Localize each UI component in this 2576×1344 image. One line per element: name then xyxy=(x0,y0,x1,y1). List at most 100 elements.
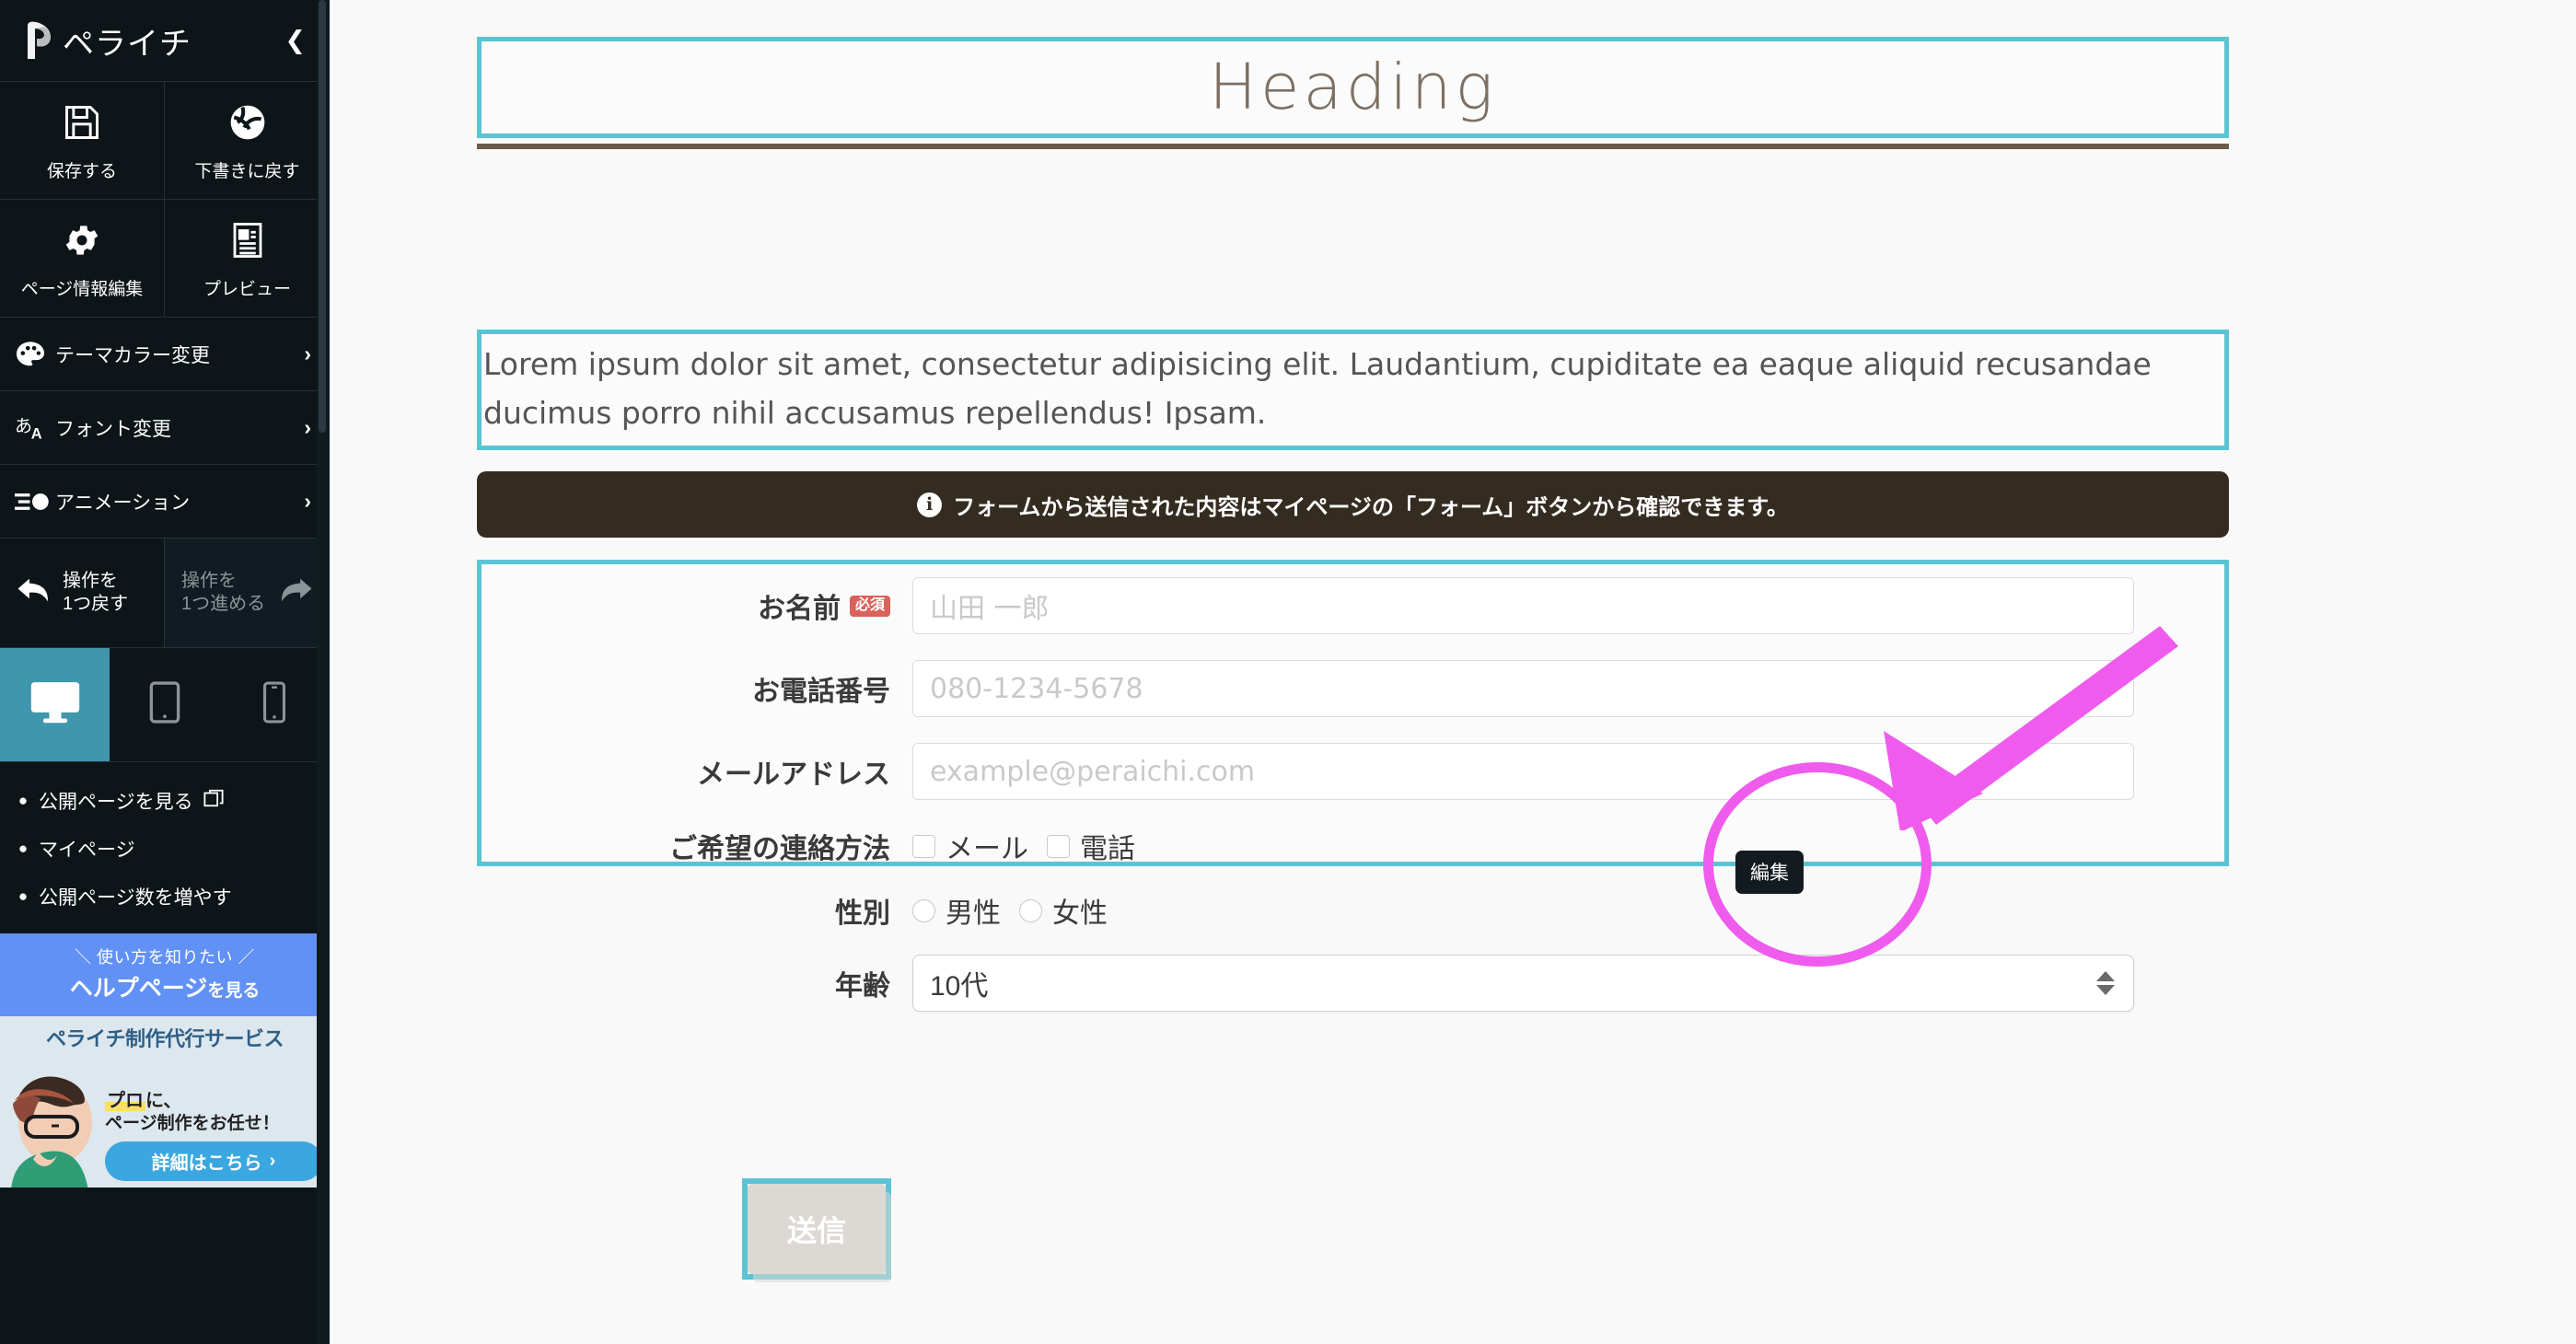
edit-tooltip[interactable]: 編集 xyxy=(1735,851,1804,894)
sidebar-scrollbar[interactable] xyxy=(317,0,330,1344)
chevron-right-icon: › xyxy=(304,415,311,439)
checkbox-icon[interactable] xyxy=(912,834,935,858)
sidebar-bottom-filler xyxy=(0,1188,330,1224)
preview-document-icon xyxy=(168,220,326,268)
age-select[interactable]: 10代 xyxy=(912,955,2134,1012)
sidebar-link-public-page[interactable]: ● 公開ページを見る xyxy=(0,777,330,825)
chevron-left-icon[interactable]: ❮ xyxy=(284,28,306,53)
phone-input-placeholder: 080-1234-5678 xyxy=(930,672,1143,705)
preview-label: プレビュー xyxy=(203,280,291,299)
form-label-email-text: メールアドレス xyxy=(697,759,890,790)
heading-underline xyxy=(477,144,2229,149)
submit-button[interactable]: 送信 xyxy=(748,1184,886,1274)
palette-icon xyxy=(15,341,55,368)
contact-method-option-mail[interactable]: メール xyxy=(912,826,1028,866)
email-input[interactable]: example@peraichi.com xyxy=(912,743,2134,800)
sidebar-link-mypage[interactable]: ● マイページ xyxy=(0,825,330,873)
chevron-down-icon xyxy=(2096,985,2115,995)
form-block[interactable]: お名前 必須 山田 一郎 お電話番号 080-1234-5678 メールアドレス xyxy=(477,560,2229,1012)
bullet-icon: ● xyxy=(17,792,29,809)
chevron-right-icon: › xyxy=(269,1151,276,1171)
revert-globe-icon xyxy=(168,102,326,150)
save-button-label: 保存する xyxy=(46,162,117,181)
save-button[interactable]: 保存する xyxy=(0,82,165,199)
form-row-phone: お電話番号 080-1234-5678 xyxy=(482,660,2224,717)
name-input-placeholder: 山田 一郎 xyxy=(930,593,1050,625)
page-info-label: ページ情報編集 xyxy=(20,280,144,299)
select-spinner-icon xyxy=(2096,971,2115,995)
animation-icon xyxy=(15,490,55,514)
form-label-gender: 性別 xyxy=(482,890,912,931)
sidebar-item-animation[interactable]: アニメーション › xyxy=(0,464,330,538)
gender-option-male[interactable]: 男性 xyxy=(912,890,1001,931)
gender-option-female[interactable]: 女性 xyxy=(1019,890,1108,931)
redo-label: 操作を 1つ進める xyxy=(181,571,266,614)
submit-block[interactable]: 送信 xyxy=(742,1178,891,1280)
radio-icon[interactable] xyxy=(912,898,935,922)
sidebar-link-public-page-label: 公開ページを見る xyxy=(39,792,193,813)
sidebar-item-theme-color-label: テーマカラー変更 xyxy=(55,344,210,366)
gender-option-female-label: 女性 xyxy=(1052,898,1108,929)
promo-person-photo xyxy=(2,1063,105,1188)
sidebar-scrollbar-thumb[interactable] xyxy=(319,0,326,433)
revert-draft-button[interactable]: 下書きに戻す xyxy=(165,82,330,199)
save-floppy-icon xyxy=(4,102,160,150)
paragraph-text: Lorem ipsum dolor sit amet, consectetur … xyxy=(483,346,2152,432)
gender-option-male-label: 男性 xyxy=(946,898,1001,929)
mobile-icon xyxy=(262,681,286,728)
undo-label: 操作を 1つ戻す xyxy=(63,571,129,614)
sidebar-link-increase-pages-label: 公開ページ数を増やす xyxy=(39,887,232,909)
tablet-icon xyxy=(149,681,180,728)
form-row-name: お名前 必須 山田 一郎 xyxy=(482,577,2224,634)
promo-detail-button-label: 詳細はこちら xyxy=(151,1153,262,1174)
checkbox-icon[interactable] xyxy=(1047,834,1070,858)
contact-method-option-mail-label: メール xyxy=(946,834,1028,864)
chevron-right-icon: › xyxy=(304,489,311,513)
sidebar-item-font[interactable]: あ A フォント変更 › xyxy=(0,390,330,464)
form-notice-text: フォームから送信された内容はマイページの「フォーム」ボタンから確認できます。 xyxy=(953,494,1789,520)
paragraph-block[interactable]: Lorem ipsum dolor sit amet, consectetur … xyxy=(477,330,2229,450)
svg-text:A: A xyxy=(31,425,42,442)
form-label-name-text: お名前 xyxy=(757,594,841,624)
contact-method-option-phone[interactable]: 電話 xyxy=(1047,826,1135,866)
undo-arrow-icon xyxy=(17,574,53,612)
sidebar-action-row-1: 保存する 下書きに戻す xyxy=(0,81,330,199)
promo-line2: ページ制作をお任せ！ xyxy=(105,1114,280,1134)
form-notice-bar: i フォームから送信された内容はマイページの「フォーム」ボタンから確認できます。 xyxy=(477,471,2229,538)
bullet-icon: ● xyxy=(17,887,29,905)
device-tablet-button[interactable] xyxy=(110,648,220,761)
promo-banner[interactable]: ペライチ制作代行サービス プロ に、 ページ制作をお任せ！ 詳細はこちら › xyxy=(0,1016,330,1188)
sidebar-links: ● 公開ページを見る ● マイページ ● 公開ページ数を増やす xyxy=(0,761,330,933)
page-info-button[interactable]: ページ情報編集 xyxy=(0,200,165,317)
name-input[interactable]: 山田 一郎 xyxy=(912,577,2134,634)
sidebar-link-increase-pages[interactable]: ● 公開ページ数を増やす xyxy=(0,873,330,921)
email-input-placeholder: example@peraichi.com xyxy=(930,755,1256,788)
redo-button[interactable]: 操作を 1つ進める xyxy=(165,539,330,647)
preview-button[interactable]: プレビュー xyxy=(165,200,330,317)
form-label-phone-text: お電話番号 xyxy=(752,677,890,707)
device-mobile-button[interactable] xyxy=(219,648,330,761)
promo-title: ペライチ制作代行サービス xyxy=(45,1027,284,1050)
sidebar-brand[interactable]: ペライチ ❮ xyxy=(0,0,330,81)
required-badge: 必須 xyxy=(849,595,890,617)
gear-icon xyxy=(4,220,160,268)
phone-input[interactable]: 080-1234-5678 xyxy=(912,660,2134,717)
form-label-contact-method: ご希望の連絡方法 xyxy=(482,826,912,866)
heading-block[interactable]: Heading xyxy=(477,37,2229,138)
sidebar-link-mypage-label: マイページ xyxy=(39,840,135,861)
svg-text:あ: あ xyxy=(15,415,32,435)
sidebar-item-theme-color[interactable]: テーマカラー変更 › xyxy=(0,317,330,390)
promo-detail-button[interactable]: 詳細はこちら › xyxy=(105,1141,322,1181)
font-icon: あ A xyxy=(15,413,55,443)
device-switcher xyxy=(0,647,330,761)
peraichi-logo-icon xyxy=(20,20,57,61)
contact-method-choices: メール 電話 xyxy=(912,826,2224,866)
form-row-contact-method: ご希望の連絡方法 メール 電話 xyxy=(482,826,2224,866)
radio-icon[interactable] xyxy=(1019,898,1042,922)
form-label-age: 年齢 xyxy=(482,963,912,1003)
sidebar-action-row-2: ページ情報編集 プレビュー xyxy=(0,199,330,317)
undo-button[interactable]: 操作を 1つ戻す xyxy=(0,539,165,647)
help-page-banner[interactable]: ＼ 使い方を知りたい ／ ヘルプページを見る xyxy=(0,933,330,1016)
device-desktop-button[interactable] xyxy=(0,648,110,761)
peraichi-editor: ペライチ ❮ 保存する 下書きに戻す ページ情報編集 プレビュー テーマカラー変… xyxy=(0,0,2576,1344)
